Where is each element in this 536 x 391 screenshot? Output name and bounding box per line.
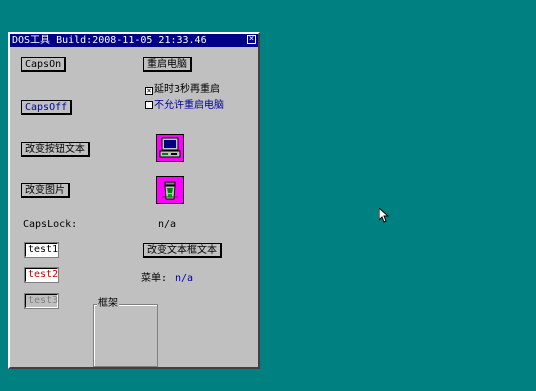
capslock-label: CapsLock: [23,219,78,230]
recycle-bin-icon[interactable] [156,176,184,204]
test3-field: test3 [24,293,59,309]
frame-groupbox [93,304,158,367]
change-image-button[interactable]: 改变图片 [21,183,70,198]
delay-restart-label: 延时3秒再重启 [154,84,221,95]
test2-field[interactable]: test2 [24,267,59,283]
disallow-restart-checkbox[interactable]: 不允许重启电脑 [145,100,224,111]
change-button-text-button[interactable]: 改变按钮文本 [21,142,90,157]
caps-off-button[interactable]: CapsOff [21,100,73,115]
dos-tool-window: DOS工具 Build:2008-11-05 21:33.46 × CapsOn… [8,32,260,369]
caps-on-button[interactable]: CapsOn [21,57,67,72]
delay-restart-checkbox-box[interactable]: × [145,87,153,95]
restart-button[interactable]: 重启电脑 [143,57,192,72]
disallow-restart-label: 不允许重启电脑 [154,100,224,111]
frame-title: 框架 [97,298,119,310]
menu-label: 菜单: [141,273,168,284]
delay-restart-checkbox[interactable]: × 延时3秒再重启 [145,84,220,95]
disallow-restart-checkbox-box[interactable] [145,101,153,109]
test1-field[interactable]: test1 [24,242,59,258]
window-title: DOS工具 Build:2008-11-05 21:33.46 [12,35,207,46]
computer-icon[interactable] [156,134,184,162]
mouse-pointer-icon [378,206,390,227]
title-bar[interactable]: DOS工具 Build:2008-11-05 21:33.46 × [10,34,258,47]
close-icon[interactable]: × [247,35,256,44]
capslock-value: n/a [158,219,177,230]
change-textbox-text-button[interactable]: 改变文本框文本 [143,243,222,258]
menu-value: n/a [175,273,194,284]
